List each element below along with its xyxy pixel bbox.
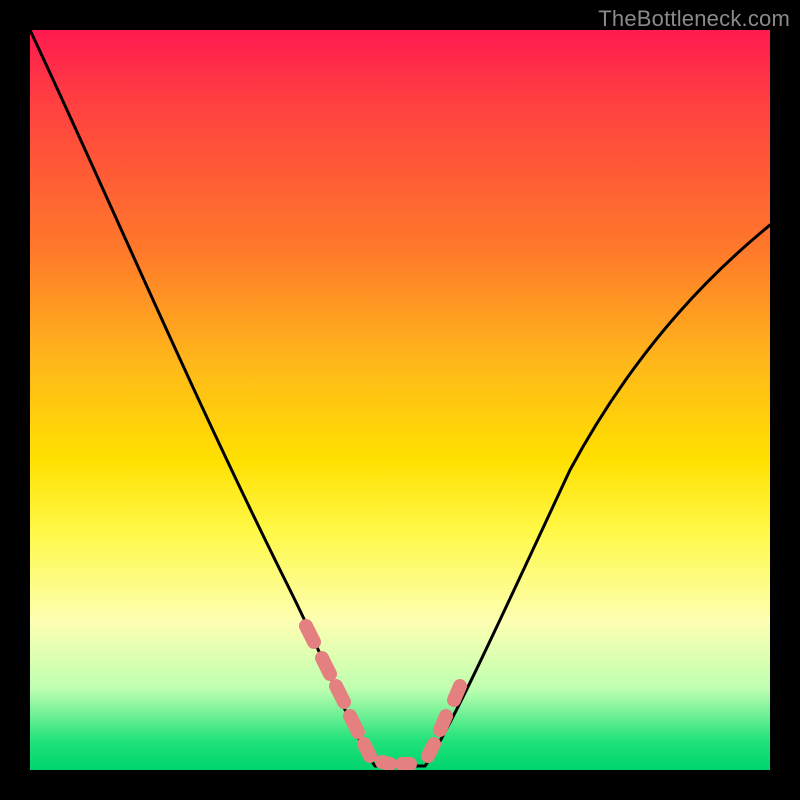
highlight-markers [306,626,460,764]
plot-area [30,30,770,770]
chart-frame: TheBottleneck.com [0,0,800,800]
curve-layer [30,30,770,770]
bottleneck-curve [30,30,770,766]
watermark-text: TheBottleneck.com [598,6,790,32]
